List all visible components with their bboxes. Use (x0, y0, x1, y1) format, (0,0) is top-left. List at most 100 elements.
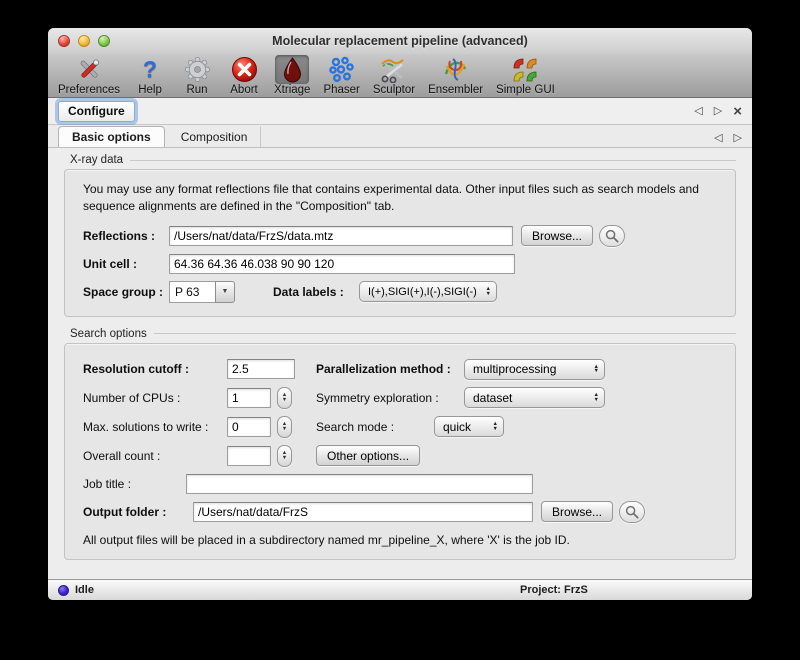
job-title-input[interactable] (186, 474, 533, 494)
num-cpus-input[interactable] (227, 388, 271, 408)
output-folder-input[interactable] (193, 502, 533, 522)
magnifier-icon (605, 229, 619, 243)
ensembler-ribbons-icon (439, 55, 473, 84)
output-folder-label: Output folder : (83, 505, 193, 519)
close-page-icon[interactable]: × (733, 104, 742, 119)
toolbar-label: Run (186, 84, 207, 96)
zoom-window-button[interactable] (98, 35, 110, 47)
next-page-icon[interactable]: ▷ (714, 106, 722, 117)
basic-options-panel: X-ray data You may use any format reflec… (48, 148, 752, 579)
stepper-down-icon: ▼ (282, 398, 287, 403)
toolbar-item-ensembler[interactable]: Ensembler (428, 55, 483, 96)
max-solutions-stepper[interactable]: ▲ ▼ (277, 416, 292, 438)
symmetry-label: Symmetry exploration : (316, 391, 464, 405)
search-group-header: Search options (70, 328, 736, 340)
combo-dropdown-icon[interactable]: ▼ (215, 281, 235, 303)
configure-tab[interactable]: Configure (58, 101, 135, 122)
other-options-button[interactable]: Other options... (316, 445, 420, 466)
max-solutions-label: Max. solutions to write : (83, 420, 227, 434)
toolbar-label: Phaser (323, 84, 359, 96)
data-labels-label: Data labels : (273, 285, 359, 299)
xray-description: You may use any format reflections file … (83, 181, 717, 216)
toolbar-item-preferences[interactable]: Preferences (58, 55, 120, 96)
resolution-cutoff-input[interactable] (227, 359, 295, 379)
num-cpus-label: Number of CPUs : (83, 391, 227, 405)
toolbar-item-simple-gui[interactable]: Simple GUI (496, 55, 555, 96)
toolbar-label: Simple GUI (496, 84, 555, 96)
unit-cell-label: Unit cell : (83, 257, 169, 271)
minimize-window-button[interactable] (78, 35, 90, 47)
toolbar-label: Abort (230, 84, 258, 96)
status-bar: Idle Project: FrzS (48, 579, 752, 600)
search-group-box: Resolution cutoff : Parallelization meth… (64, 343, 736, 560)
magnifier-icon (625, 505, 639, 519)
tab-basic-options[interactable]: Basic options (58, 126, 165, 147)
overall-count-label: Overall count : (83, 449, 227, 463)
prev-page-icon[interactable]: ◁ (694, 106, 702, 117)
popup-arrows-icon: ▲▼ (588, 365, 599, 374)
output-browse-button[interactable]: Browse... (541, 501, 613, 522)
abort-stop-icon (227, 55, 261, 84)
output-note: All output files will be placed in a sub… (83, 533, 717, 547)
search-group-label: Search options (70, 328, 147, 340)
overall-count-input[interactable] (227, 446, 271, 466)
phaser-molecule-icon (325, 55, 359, 84)
data-labels-popup[interactable]: I(+),SIGI(+),I(-),SIGI(-) ▲▼ (359, 281, 497, 302)
tab-composition[interactable]: Composition (167, 126, 262, 147)
stepper-down-icon: ▼ (282, 456, 287, 461)
xray-group-label: X-ray data (70, 154, 123, 166)
overall-count-stepper[interactable]: ▲ ▼ (277, 445, 292, 467)
xray-group-header: X-ray data (70, 154, 736, 166)
parallelization-label: Parallelization method : (316, 362, 464, 376)
tab-next-icon[interactable]: ▷ (734, 133, 742, 144)
output-inspect-button[interactable] (619, 501, 645, 523)
space-group-combo[interactable]: P 63 ▼ (169, 281, 235, 303)
toolbar: Preferences ? Help (48, 54, 752, 98)
toolbar-item-xtriage[interactable]: Xtriage (274, 55, 310, 96)
reflections-label: Reflections : (83, 229, 169, 243)
toolbar-label: Preferences (58, 84, 120, 96)
toolbar-label: Help (138, 84, 162, 96)
xtriage-droplet-icon (275, 55, 309, 84)
search-mode-popup[interactable]: quick ▲▼ (434, 416, 504, 437)
reflections-row: Reflections : Browse... (83, 225, 717, 247)
popup-arrows-icon: ▲▼ (588, 393, 599, 402)
tab-strip: Basic options Composition ◁ ▷ (48, 125, 752, 148)
close-window-button[interactable] (58, 35, 70, 47)
reflections-browse-button[interactable]: Browse... (521, 225, 593, 246)
toolbar-label: Xtriage (274, 84, 310, 96)
data-labels-value: I(+),SIGI(+),I(-),SIGI(-) (368, 286, 480, 298)
toolbar-item-phaser[interactable]: Phaser (323, 55, 359, 96)
toolbar-item-help[interactable]: ? Help (133, 55, 167, 96)
search-mode-value: quick (443, 420, 487, 434)
sculptor-scissors-icon (377, 55, 411, 84)
tab-prev-icon[interactable]: ◁ (714, 133, 722, 144)
popup-arrows-icon: ▲▼ (480, 287, 491, 296)
num-cpus-stepper[interactable]: ▲ ▼ (277, 387, 292, 409)
symmetry-value: dataset (473, 391, 588, 405)
toolbar-label: Sculptor (373, 84, 415, 96)
toolbar-item-sculptor[interactable]: Sculptor (373, 55, 415, 96)
overall-count-row: Overall count : ▲ ▼ Other options... (83, 445, 717, 467)
parallelization-popup[interactable]: multiprocessing ▲▼ (464, 359, 605, 380)
simple-gui-icon (508, 55, 542, 84)
xray-group-box: You may use any format reflections file … (64, 169, 736, 317)
unit-cell-input[interactable] (169, 254, 515, 274)
max-solutions-input[interactable] (227, 417, 271, 437)
toolbar-label: Ensembler (428, 84, 483, 96)
job-title-row: Job title : (83, 474, 717, 494)
toolbar-item-run[interactable]: Run (180, 55, 214, 96)
group-divider (154, 333, 736, 334)
resolution-cutoff-label: Resolution cutoff : (83, 362, 227, 376)
reflections-inspect-button[interactable] (599, 225, 625, 247)
job-title-label: Job title : (83, 477, 186, 491)
space-group-value: P 63 (169, 281, 215, 303)
parallelization-value: multiprocessing (473, 362, 588, 376)
popup-arrows-icon: ▲▼ (487, 422, 498, 431)
symmetry-popup[interactable]: dataset ▲▼ (464, 387, 605, 408)
cpus-row: Number of CPUs : ▲ ▼ Symmetry exploratio… (83, 387, 717, 409)
toolbar-item-abort[interactable]: Abort (227, 55, 261, 96)
space-group-label: Space group : (83, 285, 169, 299)
max-solutions-row: Max. solutions to write : ▲ ▼ Search mod… (83, 416, 717, 438)
reflections-input[interactable] (169, 226, 513, 246)
